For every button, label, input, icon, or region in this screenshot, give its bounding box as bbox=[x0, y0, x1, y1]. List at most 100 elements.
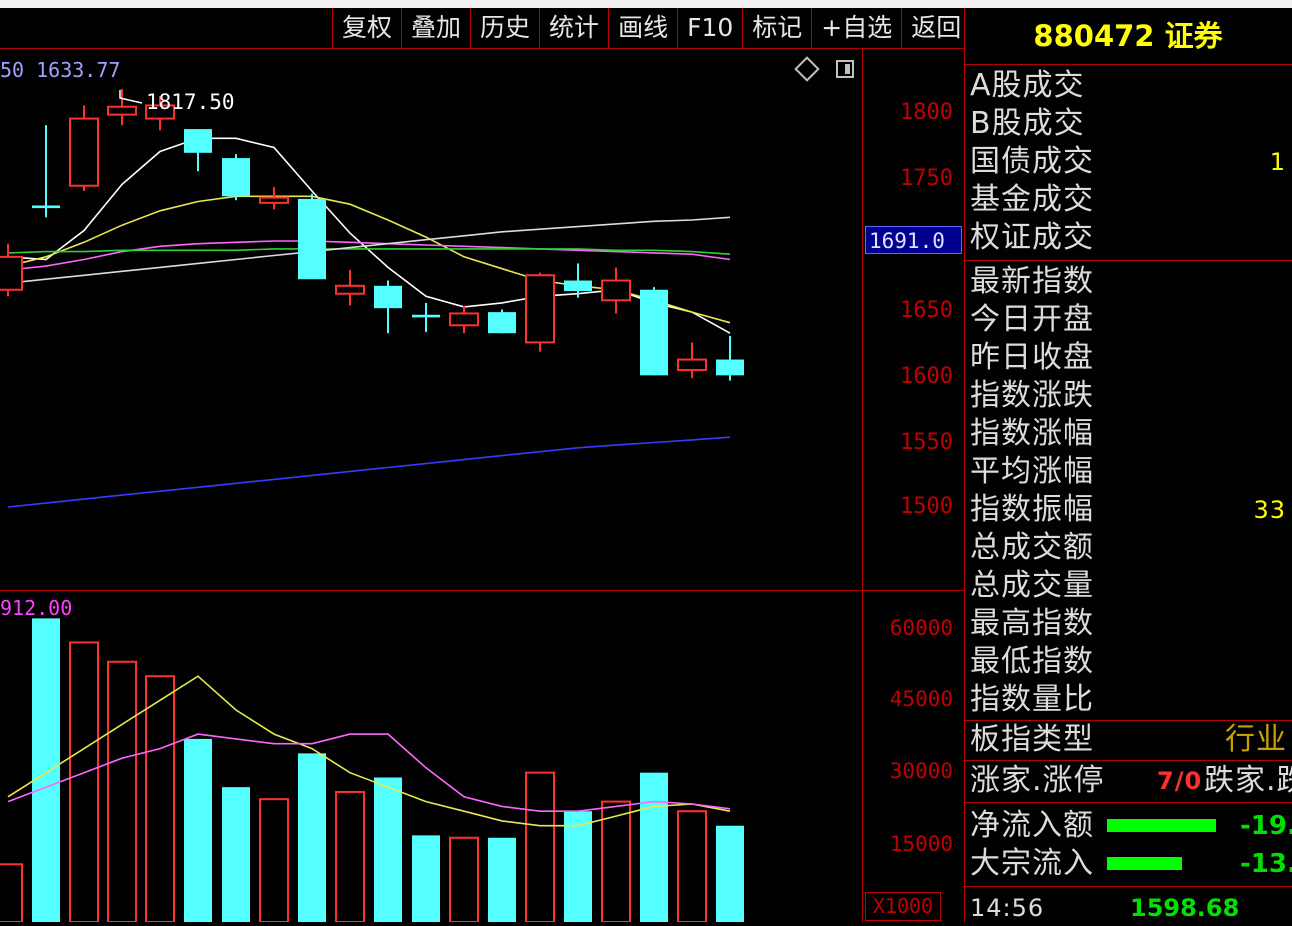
volume-bar bbox=[449, 836, 479, 922]
volume-bar bbox=[298, 753, 326, 922]
restore-rights-button[interactable]: 复权 bbox=[332, 8, 401, 48]
volume-bar bbox=[525, 771, 555, 922]
net-inflow-bar bbox=[1107, 819, 1216, 832]
candle-body bbox=[716, 359, 744, 376]
stat-row: 平均涨幅 bbox=[970, 454, 1288, 490]
f10-button[interactable]: F10 bbox=[677, 8, 742, 48]
stat-label: 最低指数 bbox=[970, 644, 1094, 679]
volume-tick-45000: 45000 bbox=[889, 687, 953, 711]
stat-label: 指数振幅 bbox=[970, 492, 1094, 527]
stat-label: A股成交 bbox=[970, 68, 1085, 103]
stat-row: 最高指数 bbox=[970, 606, 1288, 642]
volume-unit-tag: X1000 bbox=[865, 892, 941, 921]
volume-bar bbox=[640, 772, 668, 922]
stat-row: 指数涨幅 bbox=[970, 416, 1288, 452]
volume-tick-60000: 60000 bbox=[889, 616, 953, 640]
candle-body bbox=[449, 312, 479, 327]
candle-body bbox=[374, 285, 402, 309]
rise-count-label: 涨家.涨停 bbox=[970, 763, 1105, 798]
stat-label: 总成交额 bbox=[970, 530, 1094, 565]
stats-divider-1 bbox=[965, 260, 1292, 261]
volume-bar bbox=[145, 675, 175, 922]
price-tick-1550: 1550 bbox=[900, 430, 953, 455]
panel-divider bbox=[964, 8, 965, 922]
stat-label: 基金成交 bbox=[970, 182, 1094, 217]
candle-body bbox=[222, 158, 250, 197]
security-title: 880472 证券 bbox=[1033, 19, 1223, 53]
history-button[interactable]: 历史 bbox=[470, 8, 539, 48]
last-price-value: 1598.68 bbox=[1130, 894, 1240, 922]
volume-bar bbox=[564, 811, 592, 922]
stat-value: 1 bbox=[1269, 148, 1286, 176]
volume-tick-15000: 15000 bbox=[889, 832, 953, 856]
volume-tick-30000: 30000 bbox=[889, 759, 953, 783]
volume-bar bbox=[412, 835, 440, 922]
stat-row: 昨日收盘 bbox=[970, 340, 1288, 376]
current-price-tag: 1691.0 bbox=[865, 226, 962, 254]
stat-row: A股成交 bbox=[970, 68, 1288, 104]
overlay-button[interactable]: 叠加 bbox=[401, 8, 470, 48]
stat-label: 权证成交 bbox=[970, 220, 1094, 255]
stat-label: 最高指数 bbox=[970, 606, 1094, 641]
net-inflow-label: 净流入额 bbox=[970, 808, 1094, 843]
volume-ma-line bbox=[7, 675, 731, 827]
candle-body bbox=[601, 279, 631, 302]
stat-row: 总成交额 bbox=[970, 530, 1288, 566]
stat-row: 指数涨跌 bbox=[970, 378, 1288, 414]
price-ma-line bbox=[7, 137, 731, 334]
stat-row: B股成交 bbox=[970, 106, 1288, 142]
stat-label: B股成交 bbox=[970, 106, 1085, 141]
candle-body bbox=[640, 289, 668, 376]
stat-row: 指数振幅 33 bbox=[970, 492, 1288, 528]
index-type-label: 板指类型 bbox=[970, 722, 1094, 757]
stat-label: 总成交量 bbox=[970, 568, 1094, 603]
stat-label: 国债成交 bbox=[970, 144, 1094, 179]
price-ma-line bbox=[7, 195, 731, 324]
candle-body bbox=[677, 358, 707, 372]
stat-label: 最新指数 bbox=[970, 264, 1094, 299]
kline-chart[interactable]: 1817.50 bbox=[0, 48, 862, 922]
stat-value: 33 bbox=[1253, 496, 1286, 524]
volume-bar bbox=[0, 863, 23, 922]
volume-bar bbox=[222, 787, 250, 922]
stat-label: 指数涨跌 bbox=[970, 378, 1094, 413]
stats-divider-4 bbox=[965, 802, 1292, 803]
fall-count-label: 跌家.跌 bbox=[1204, 763, 1292, 798]
stat-row: 基金成交 bbox=[970, 182, 1288, 218]
price-ma-line bbox=[7, 436, 731, 508]
high-price-label: 1817.50 bbox=[146, 90, 235, 114]
price-tick-1800: 1800 bbox=[900, 100, 953, 125]
stat-row: 最新指数 bbox=[970, 264, 1288, 300]
candle-body bbox=[0, 255, 23, 291]
back-button[interactable]: 返回 bbox=[901, 8, 970, 48]
price-tick-1750: 1750 bbox=[900, 166, 953, 191]
high-marker-icon bbox=[119, 90, 143, 104]
draw-line-button[interactable]: 画线 bbox=[608, 8, 677, 48]
stat-label: 平均涨幅 bbox=[970, 454, 1094, 489]
candle-body bbox=[32, 205, 60, 209]
price-tick-1600: 1600 bbox=[900, 364, 953, 389]
volume-bar bbox=[677, 810, 707, 922]
bulk-inflow-value: -13. bbox=[1240, 849, 1292, 879]
statistics-button[interactable]: 统计 bbox=[539, 8, 608, 48]
add-watchlist-button[interactable]: +自选 bbox=[811, 8, 901, 48]
net-inflow-value: -19. bbox=[1240, 811, 1292, 841]
rise-count-value: 7/0 bbox=[1157, 767, 1203, 795]
candle-body bbox=[564, 280, 592, 292]
stats-divider-3 bbox=[965, 760, 1292, 761]
stat-row: 最低指数 bbox=[970, 644, 1288, 680]
stat-label: 指数量比 bbox=[970, 682, 1094, 717]
stat-row: 权证成交 bbox=[970, 220, 1288, 256]
price-tick-1500: 1500 bbox=[900, 494, 953, 519]
toolbar: 复权 叠加 历史 统计 画线 F10 标记 +自选 返回 bbox=[332, 8, 970, 48]
volume-bar bbox=[488, 837, 516, 922]
volume-bar bbox=[259, 798, 289, 922]
time-label: 14:56 bbox=[970, 894, 1045, 922]
bulk-inflow-bar bbox=[1107, 857, 1182, 870]
mark-button[interactable]: 标记 bbox=[742, 8, 811, 48]
volume-bar bbox=[374, 777, 402, 922]
stat-label: 指数涨幅 bbox=[970, 416, 1094, 451]
candle-body bbox=[335, 284, 365, 295]
volume-ma-line bbox=[7, 733, 731, 813]
volume-bar bbox=[716, 825, 744, 922]
